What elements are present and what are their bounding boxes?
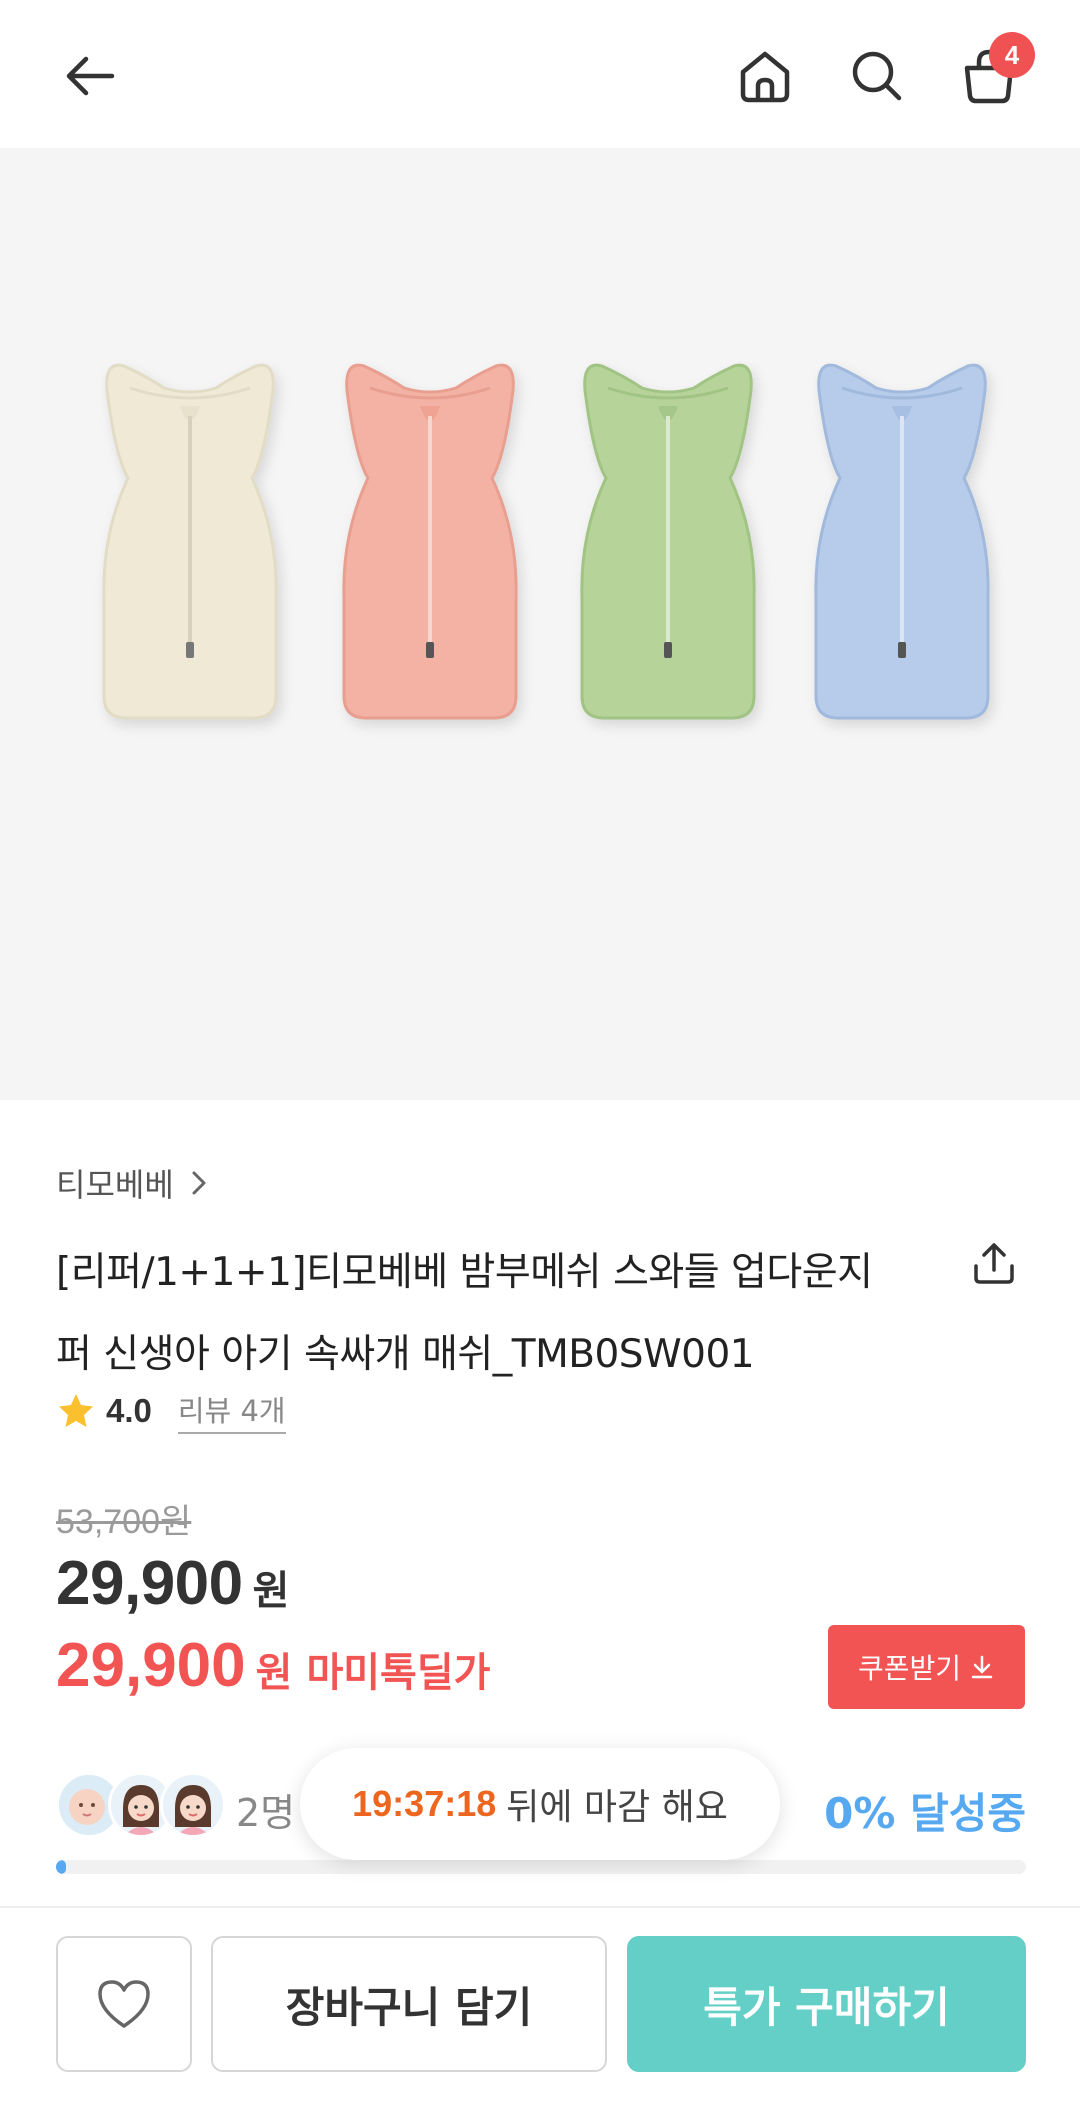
sale-price: 29,900 원 bbox=[56, 1548, 289, 1619]
sale-price-value: 29,900 bbox=[56, 1549, 243, 1618]
rating-row: 4.0 리뷰 4개 bbox=[56, 1386, 286, 1436]
deal-price-label: 마미톡딜가 bbox=[306, 1650, 491, 1696]
participant-avatars bbox=[56, 1772, 226, 1838]
deal-price-value: 29,900 bbox=[56, 1631, 246, 1700]
chevron-right-icon bbox=[192, 1171, 206, 1195]
deal-price-unit: 원 bbox=[255, 1650, 293, 1696]
group-progress-bar bbox=[56, 1860, 1026, 1874]
sale-price-unit: 원 bbox=[252, 1568, 290, 1614]
star-icon bbox=[59, 1394, 93, 1427]
swaddle-illustration bbox=[102, 363, 990, 720]
countdown-timer: 19:37:18 bbox=[352, 1783, 497, 1824]
top-app-bar: 4 bbox=[0, 0, 1080, 148]
product-title: [리퍼/1+1+1]티모베베 밤부메쉬 스와들 업다운지 퍼 신생아 아기 속싸… bbox=[56, 1232, 936, 1396]
product-title-line-1: [리퍼/1+1+1]티모베베 밤부메쉬 스와들 업다운지 bbox=[56, 1250, 873, 1295]
cart-count-badge: 4 bbox=[989, 32, 1035, 78]
group-progress-fill bbox=[56, 1860, 66, 1874]
swaddle-blue bbox=[814, 363, 990, 720]
coupon-button-label: 쿠폰받기 bbox=[857, 1652, 962, 1685]
buy-now-button[interactable]: 특가 구매하기 bbox=[627, 1936, 1026, 2072]
deadline-timer-toast: 19:37:18 뒤에 마감 해요 bbox=[300, 1748, 780, 1860]
product-title-line-2: 퍼 신생아 아기 속싸개 매쉬_TMB0SW001 bbox=[56, 1332, 755, 1377]
bottom-action-bar: 장바구니 담기 특가 구매하기 bbox=[0, 1906, 1080, 2103]
cart-button[interactable]: 4 bbox=[941, 28, 1037, 124]
brand-link[interactable]: 티모베베 bbox=[56, 1160, 210, 1206]
swaddle-green bbox=[580, 363, 756, 720]
back-button[interactable] bbox=[42, 28, 138, 124]
countdown-suffix: 뒤에 마감 해요 bbox=[506, 1787, 728, 1828]
share-icon bbox=[974, 1243, 1014, 1284]
search-icon bbox=[852, 51, 902, 101]
wishlist-button[interactable] bbox=[56, 1936, 192, 2072]
download-icon bbox=[971, 1655, 993, 1679]
review-count-link[interactable]: 리뷰 4개 bbox=[177, 1388, 286, 1434]
rating-value: 4.0 bbox=[106, 1392, 152, 1429]
participant-count: 2명 bbox=[236, 1791, 296, 1835]
deal-price: 29,900 원 마미톡딜가 bbox=[56, 1630, 490, 1701]
arrow-left-icon bbox=[66, 56, 115, 96]
swaddle-pink bbox=[342, 363, 518, 720]
coupon-download-button[interactable]: 쿠폰받기 bbox=[828, 1625, 1025, 1709]
share-button[interactable] bbox=[962, 1232, 1026, 1296]
home-button[interactable] bbox=[717, 28, 813, 124]
swaddle-cream bbox=[102, 363, 278, 720]
heart-icon bbox=[98, 1980, 150, 2028]
product-image[interactable] bbox=[0, 148, 1080, 1100]
avatar bbox=[160, 1772, 226, 1838]
home-icon bbox=[740, 51, 790, 103]
add-to-cart-button[interactable]: 장바구니 담기 bbox=[211, 1936, 607, 2072]
search-button[interactable] bbox=[829, 28, 925, 124]
original-price: 53,700원 bbox=[56, 1503, 192, 1541]
brand-name: 티모베베 bbox=[56, 1166, 174, 1204]
progress-label: 0% 달성중 bbox=[824, 1789, 1026, 1838]
